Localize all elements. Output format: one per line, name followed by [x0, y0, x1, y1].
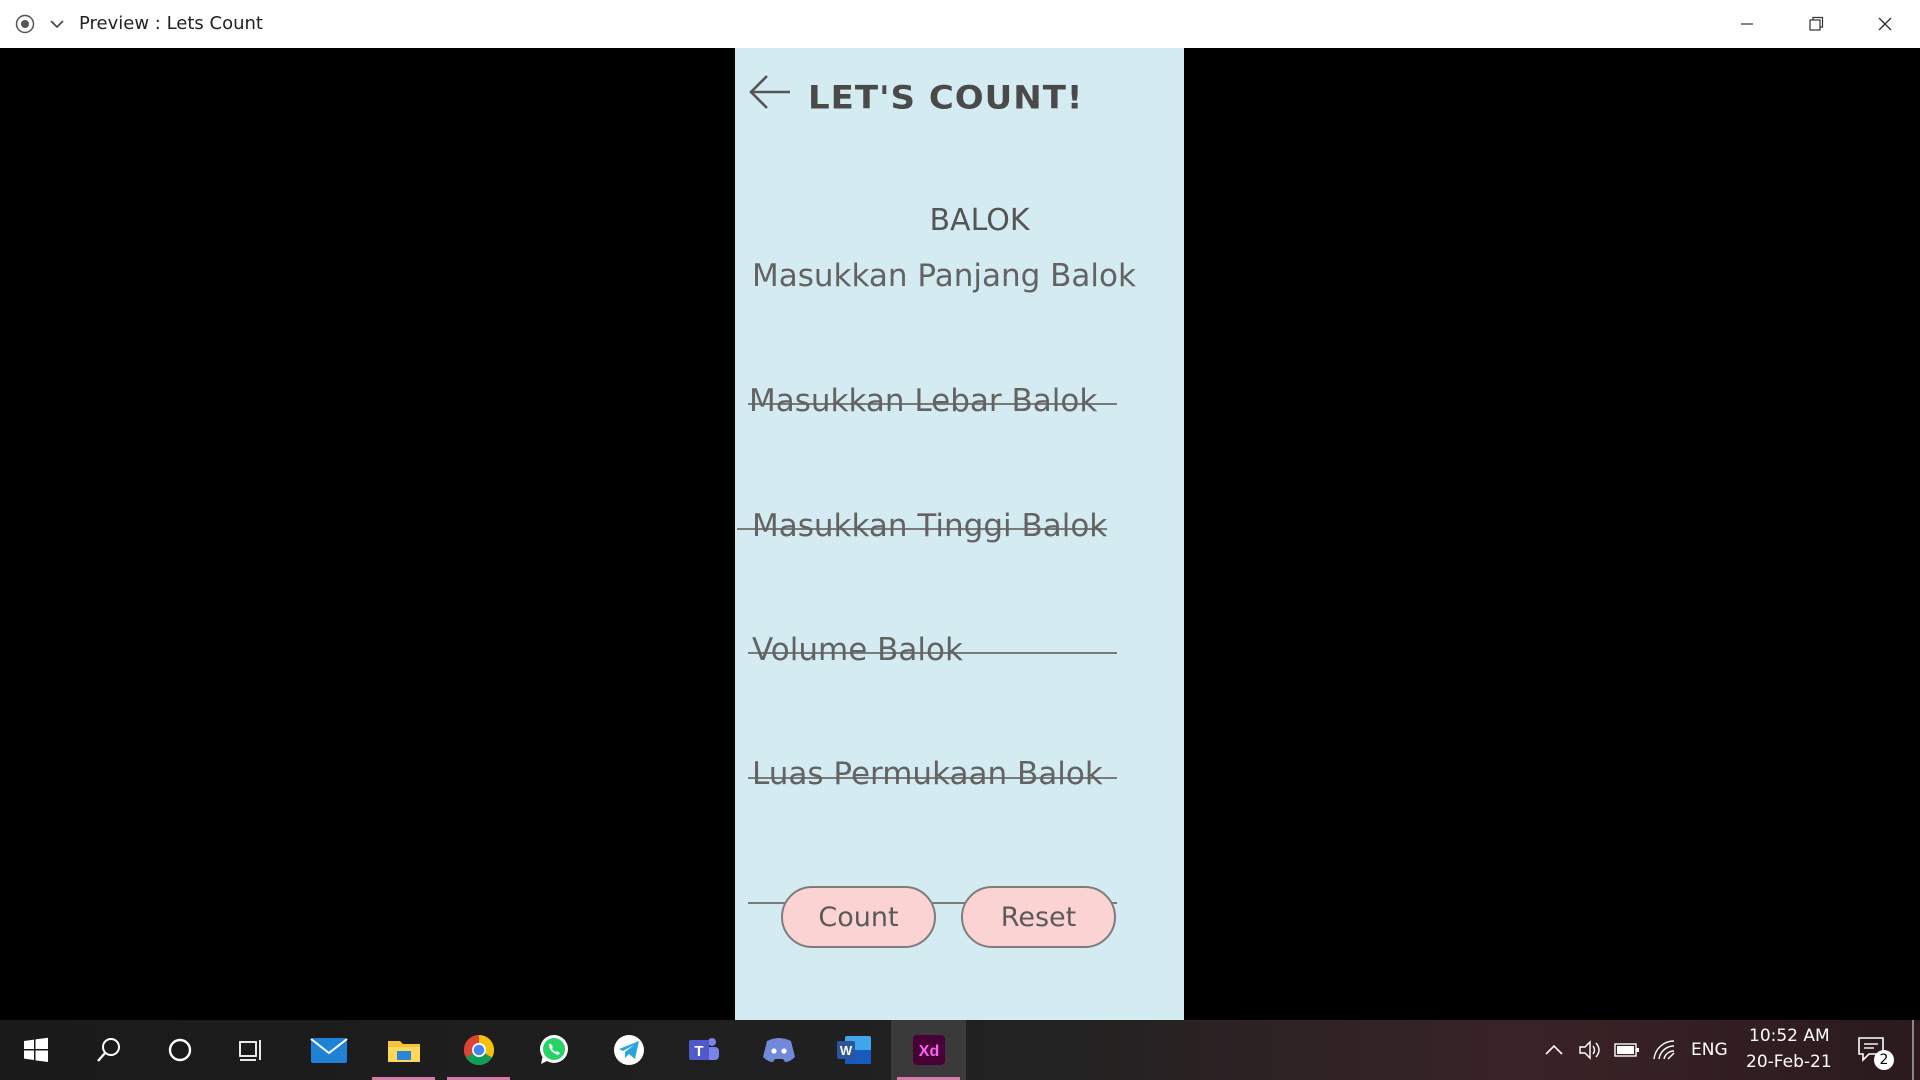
task-view-icon[interactable]	[214, 1020, 289, 1080]
app-title: LET'S COUNT!	[808, 79, 1084, 117]
field-label: Volume Balok	[752, 632, 963, 668]
luas-permukaan-field[interactable]: Luas Permukaan Balok	[735, 756, 1184, 904]
tinggi-field[interactable]: Masukkan Tinggi Balok	[735, 508, 1184, 654]
chrome-icon[interactable]	[441, 1020, 516, 1080]
notification-icon[interactable]: 2	[1850, 1020, 1894, 1080]
field-label: Luas Permukaan Balok	[752, 756, 1103, 792]
chevron-down-icon[interactable]	[47, 14, 67, 34]
volume-field[interactable]: Volume Balok	[735, 632, 1184, 779]
volume-icon[interactable]	[1573, 1020, 1607, 1080]
restore-button[interactable]	[1781, 0, 1850, 48]
file-explorer-icon[interactable]	[366, 1020, 441, 1080]
taskbar: T W Xd ENG 10:52 AM 20-Feb-21 2	[0, 1020, 1920, 1080]
window-titlebar: Preview : Lets Count	[0, 0, 1920, 48]
close-button[interactable]	[1850, 0, 1919, 48]
artboard: LET'S COUNT! BALOK Masukkan Panjang Balo…	[735, 48, 1184, 1020]
reset-button[interactable]: Reset	[961, 886, 1116, 948]
count-button[interactable]: Count	[781, 886, 936, 948]
chevron-up-icon[interactable]	[1537, 1020, 1571, 1080]
battery-icon[interactable]	[1610, 1020, 1644, 1080]
field-label: Masukkan Lebar Balok	[749, 383, 1098, 419]
preview-stage: LET'S COUNT! BALOK Masukkan Panjang Balo…	[0, 48, 1920, 1020]
whatsapp-icon[interactable]	[516, 1020, 591, 1080]
show-desktop-button[interactable]	[1912, 1020, 1914, 1080]
language-indicator[interactable]: ENG	[1691, 1040, 1728, 1060]
word-icon[interactable]: W	[816, 1020, 891, 1080]
clock-date[interactable]: 20-Feb-21	[1746, 1052, 1832, 1072]
field-label: Masukkan Tinggi Balok	[752, 508, 1108, 544]
svg-text:W: W	[839, 1043, 852, 1058]
cortana-icon[interactable]	[142, 1020, 217, 1080]
teams-icon[interactable]: T	[666, 1020, 741, 1080]
lebar-field[interactable]: Masukkan Lebar Balok	[735, 383, 1184, 530]
field-label: Masukkan Panjang Balok	[752, 258, 1136, 294]
minimize-button[interactable]	[1712, 0, 1781, 48]
mail-icon[interactable]	[291, 1020, 366, 1080]
search-icon[interactable]	[71, 1020, 146, 1080]
notification-badge: 2	[1874, 1050, 1894, 1070]
section-title: BALOK	[929, 203, 1030, 238]
discord-icon[interactable]	[741, 1020, 816, 1080]
clock-time[interactable]: 10:52 AM	[1749, 1026, 1830, 1046]
back-arrow-icon[interactable]	[748, 72, 792, 112]
window-title: Preview : Lets Count	[79, 13, 263, 34]
adobe-xd-icon[interactable]: Xd	[891, 1020, 966, 1080]
panjang-field[interactable]: Masukkan Panjang Balok	[735, 258, 1184, 405]
record-icon[interactable]	[15, 14, 35, 34]
start-icon[interactable]	[0, 1020, 73, 1080]
svg-text:Xd: Xd	[918, 1043, 938, 1060]
svg-text:T: T	[694, 1043, 703, 1060]
wifi-icon[interactable]	[1647, 1020, 1681, 1080]
telegram-icon[interactable]	[591, 1020, 666, 1080]
